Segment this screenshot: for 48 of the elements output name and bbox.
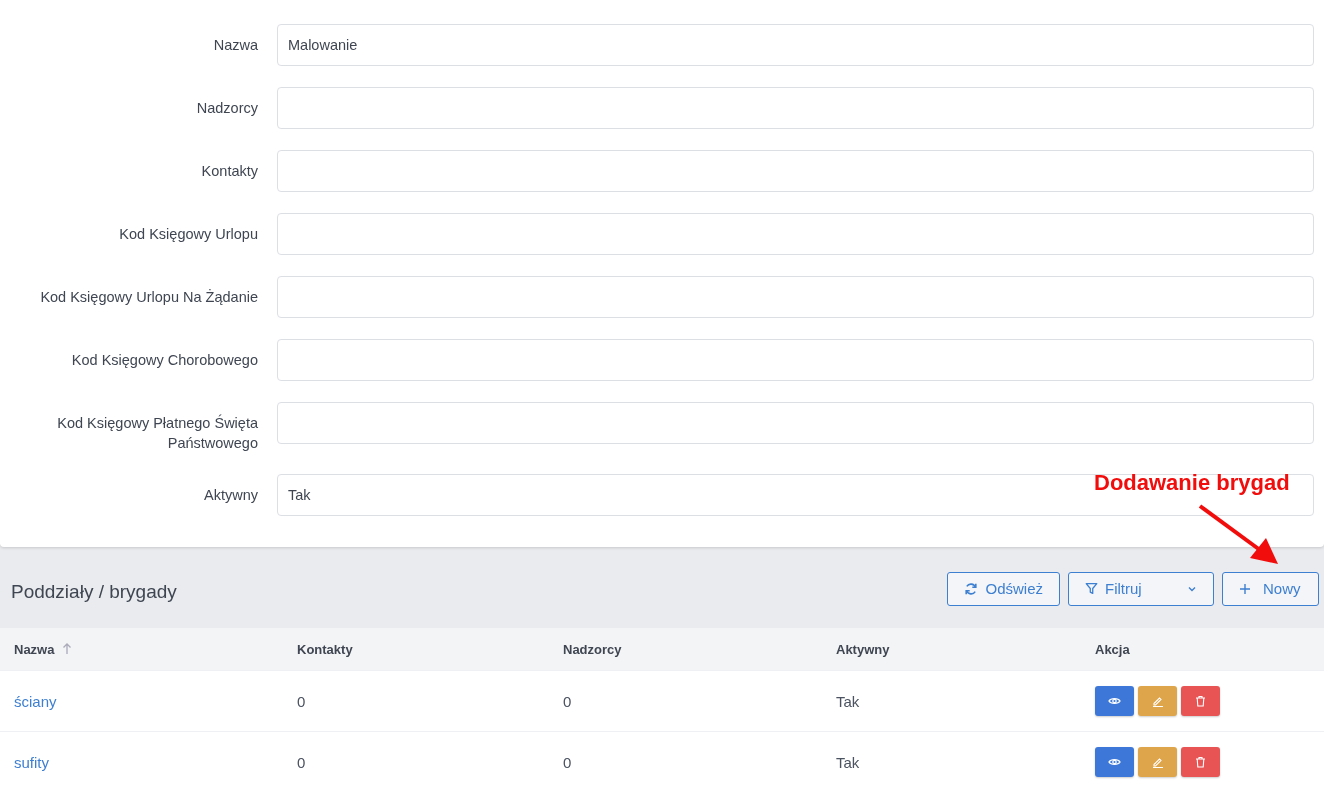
field-label: Kod Księgowy Płatnego Święta Państwowego	[56, 413, 258, 453]
input-field[interactable]	[277, 276, 1314, 318]
field-label: Nazwa	[212, 36, 258, 55]
toolbar-button[interactable]: Filtruj	[1068, 571, 1214, 606]
name-link[interactable]: ściany	[14, 692, 57, 710]
trash-icon	[1195, 695, 1206, 707]
trash-icon	[1195, 756, 1206, 768]
field-label: Kod Księgowy Chorobowego	[70, 351, 258, 370]
table-cell: 0	[563, 753, 572, 771]
input-field[interactable]	[277, 402, 1314, 444]
edit-button[interactable]	[1138, 686, 1177, 716]
column-header[interactable]: Nadzorcy	[563, 641, 622, 657]
refresh-icon	[964, 581, 979, 596]
pencil-icon	[1151, 695, 1164, 707]
input-field[interactable]	[277, 213, 1314, 255]
plus-icon	[1239, 582, 1251, 595]
delete-button[interactable]	[1181, 747, 1220, 777]
filter-icon	[1085, 582, 1098, 595]
input-field[interactable]	[277, 150, 1314, 192]
table-cell: 0	[297, 753, 306, 771]
view-button[interactable]	[1095, 747, 1134, 777]
column-header[interactable]: Akcja	[1095, 641, 1130, 657]
input-field[interactable]	[277, 339, 1314, 381]
section-title: Poddziały / brygady	[11, 579, 177, 603]
field-label: Aktywny	[203, 486, 258, 505]
toolbar-button[interactable]: Nowy	[1222, 571, 1319, 606]
column-header[interactable]: Aktywny	[836, 641, 890, 657]
input-field[interactable]: Malowanie	[277, 24, 1314, 66]
delete-button[interactable]	[1181, 686, 1220, 716]
pencil-icon	[1151, 756, 1164, 768]
toolbar-button[interactable]: Odśwież	[947, 571, 1060, 606]
eye-icon	[1108, 696, 1121, 706]
table-cell: 0	[563, 692, 572, 710]
field-label: Kod Księgowy Urlopu	[118, 225, 258, 244]
table-cell: 0	[297, 692, 306, 710]
field-label: Nadzorcy	[195, 99, 258, 118]
view-button[interactable]	[1095, 686, 1134, 716]
input-field[interactable]	[277, 87, 1314, 129]
column-header[interactable]: Nazwa	[14, 641, 55, 657]
field-label: Kontakty	[200, 162, 258, 181]
eye-icon	[1108, 757, 1121, 767]
table-cell: Tak	[836, 753, 860, 771]
column-header[interactable]: Kontakty	[297, 641, 353, 657]
edit-button[interactable]	[1138, 747, 1177, 777]
name-link[interactable]: sufity	[14, 753, 49, 771]
sort-arrow-icon[interactable]	[62, 643, 73, 655]
field-label: Kod Księgowy Urlopu Na Żądanie	[39, 288, 258, 307]
table-cell: Tak	[836, 692, 860, 710]
